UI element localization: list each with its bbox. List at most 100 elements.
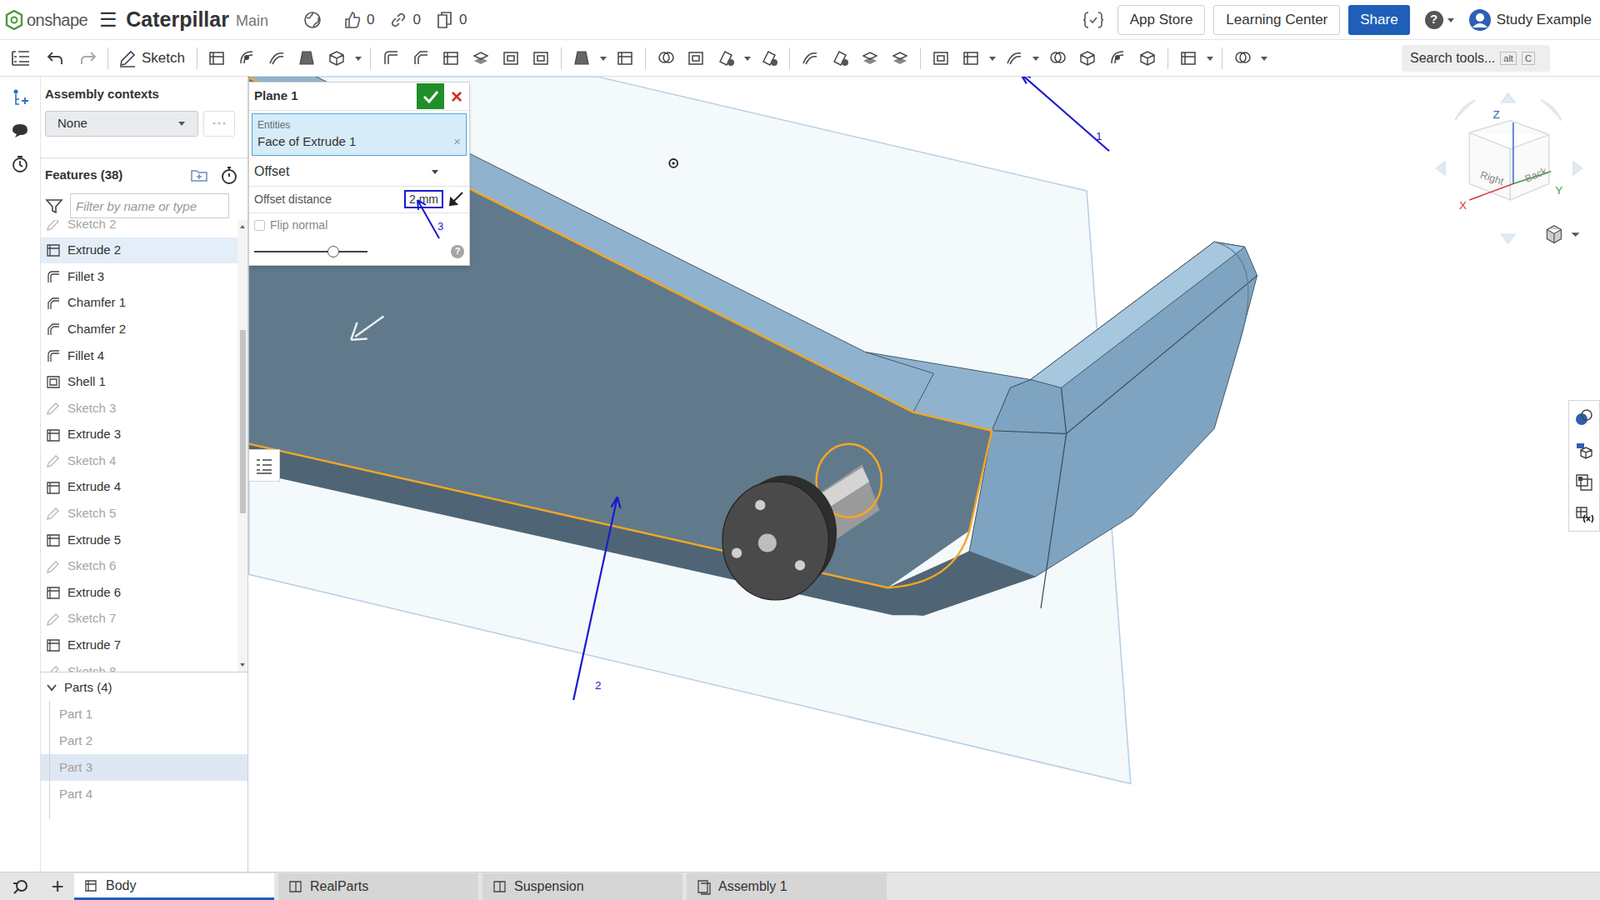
- feature-filter[interactable]: [70, 193, 230, 219]
- feature-item[interactable]: Sketch 4: [40, 447, 248, 475]
- view-cube-face-label[interactable]: Right: [1479, 169, 1506, 188]
- feature-item[interactable]: Sketch 5: [40, 500, 248, 528]
- feature-item[interactable]: Chamfer 2: [40, 315, 248, 343]
- dropdown-caret-icon[interactable]: [988, 54, 997, 63]
- tool-icon[interactable]: [1175, 48, 1201, 69]
- tool-icon[interactable]: [468, 48, 494, 69]
- undo-icon[interactable]: [45, 50, 65, 67]
- tool-icon[interactable]: [569, 48, 595, 69]
- tool-icon[interactable]: [408, 48, 434, 69]
- feature-item[interactable]: Extrude 5: [40, 526, 248, 554]
- history-icon[interactable]: [10, 155, 30, 174]
- tool-icon[interactable]: [1075, 48, 1100, 69]
- onshape-logo-icon[interactable]: [5, 10, 24, 30]
- tool-icon[interactable]: [797, 48, 823, 69]
- branch-name[interactable]: Main: [235, 10, 269, 33]
- part-item[interactable]: Part 2: [40, 727, 248, 755]
- dropdown-caret-icon[interactable]: [1031, 54, 1040, 63]
- view-cube[interactable]: Z Right Back X Y: [1436, 94, 1582, 244]
- user-name[interactable]: Study Example: [1496, 9, 1592, 31]
- part-item[interactable]: Part 3: [40, 754, 248, 781]
- feature-list-icon[interactable]: [10, 49, 31, 68]
- document-tab[interactable]: Body: [74, 873, 275, 900]
- feature-item[interactable]: Sketch 3: [40, 395, 248, 422]
- graphics-area[interactable]: 1 2 Z Right Back X Y: [248, 76, 1600, 872]
- rollback-timer-icon[interactable]: [220, 165, 239, 185]
- tool-icon[interactable]: [378, 48, 404, 69]
- globe-icon[interactable]: [303, 10, 322, 30]
- tool-icon[interactable]: [234, 48, 260, 69]
- tool-icon[interactable]: [683, 48, 709, 69]
- menu-button[interactable]: ☰: [99, 10, 118, 30]
- tool-icon[interactable]: [528, 48, 554, 69]
- dropdown-caret-icon[interactable]: [354, 54, 363, 63]
- tool-icon[interactable]: [887, 48, 913, 69]
- direction-arrow-icon[interactable]: [447, 190, 465, 208]
- help-button[interactable]: ?: [1425, 10, 1444, 30]
- more-button[interactable]: [203, 110, 235, 137]
- scrollbar[interactable]: [237, 220, 248, 672]
- redo-icon[interactable]: [79, 50, 98, 67]
- variables-table-icon[interactable]: [1574, 505, 1595, 525]
- link-icon[interactable]: [389, 10, 408, 30]
- tool-icon[interactable]: [857, 48, 883, 69]
- list-toggle[interactable]: [248, 449, 280, 482]
- parts-icon[interactable]: [1574, 440, 1595, 460]
- tool-icon[interactable]: [324, 48, 350, 69]
- remove-entity-button[interactable]: ×: [453, 132, 461, 152]
- appearance-icon[interactable]: [1574, 407, 1595, 428]
- tool-icon[interactable]: [294, 48, 320, 69]
- slider-track[interactable]: [254, 250, 368, 253]
- tool-icon[interactable]: [204, 48, 230, 69]
- feature-item[interactable]: Fillet 4: [40, 342, 248, 370]
- tool-icon[interactable]: [438, 48, 464, 69]
- cancel-button[interactable]: ×: [444, 86, 470, 107]
- feature-item[interactable]: Extrude 6: [40, 579, 248, 606]
- expand-caret-icon[interactable]: [45, 681, 58, 694]
- feature-item[interactable]: Sketch 8: [40, 658, 248, 672]
- dropdown-caret-icon[interactable]: [599, 54, 608, 63]
- feature-item[interactable]: Extrude 7: [40, 632, 248, 660]
- slider-knob[interactable]: [327, 245, 340, 258]
- logo-text[interactable]: onshape: [26, 7, 88, 33]
- flip-normal-checkbox[interactable]: [254, 220, 265, 231]
- entity-chip[interactable]: Face of Extrude 1: [257, 132, 356, 152]
- feature-item[interactable]: Sketch 2: [40, 220, 248, 238]
- search-tools[interactable]: Search tools... alt C: [1401, 45, 1550, 72]
- user-menu[interactable]: Study Example: [1468, 8, 1595, 32]
- feature-item[interactable]: Chamfer 1: [40, 290, 248, 317]
- feature-item[interactable]: Extrude 4: [40, 474, 248, 501]
- assembly-context-select[interactable]: None: [45, 110, 199, 137]
- parts-header[interactable]: Parts (4): [40, 674, 248, 701]
- feature-item[interactable]: Shell 1: [40, 369, 248, 396]
- view-cube-face-label[interactable]: Back: [1523, 165, 1550, 185]
- part-item[interactable]: Part 4: [40, 780, 248, 808]
- tool-icon[interactable]: [653, 48, 679, 69]
- scroll-up-icon[interactable]: [239, 223, 246, 230]
- document-title[interactable]: Caterpillar: [125, 4, 230, 36]
- tool-icon[interactable]: [756, 48, 782, 69]
- document-tab[interactable]: Suspension: [482, 873, 683, 900]
- variables-icon[interactable]: [1082, 10, 1105, 30]
- tool-icon[interactable]: [827, 48, 853, 69]
- feature-item[interactable]: Fillet 3: [40, 263, 248, 290]
- tool-icon[interactable]: [612, 48, 638, 69]
- feature-item[interactable]: Extrude 3: [40, 421, 248, 449]
- header-button[interactable]: App Store: [1117, 5, 1206, 35]
- offset-distance-input[interactable]: 2 mm: [404, 190, 444, 209]
- help-button[interactable]: ?: [450, 245, 465, 259]
- plane-type-select[interactable]: Offset: [249, 158, 470, 187]
- view-options-icon[interactable]: [1546, 225, 1580, 244]
- comments-icon[interactable]: [10, 121, 30, 140]
- help-menu[interactable]: ?: [1425, 10, 1455, 30]
- tool-icon[interactable]: [498, 48, 524, 69]
- header-button[interactable]: Share: [1348, 5, 1410, 35]
- sketch-button[interactable]: Sketch: [115, 47, 189, 70]
- feature-item[interactable]: Extrude 2: [40, 237, 248, 265]
- tool-icon[interactable]: [958, 48, 984, 69]
- feature-item[interactable]: Sketch 6: [40, 553, 248, 580]
- tool-icon[interactable]: [1045, 48, 1070, 69]
- add-folder-icon[interactable]: [190, 166, 209, 184]
- tool-icon[interactable]: [1001, 48, 1027, 69]
- tool-icon[interactable]: [928, 48, 954, 69]
